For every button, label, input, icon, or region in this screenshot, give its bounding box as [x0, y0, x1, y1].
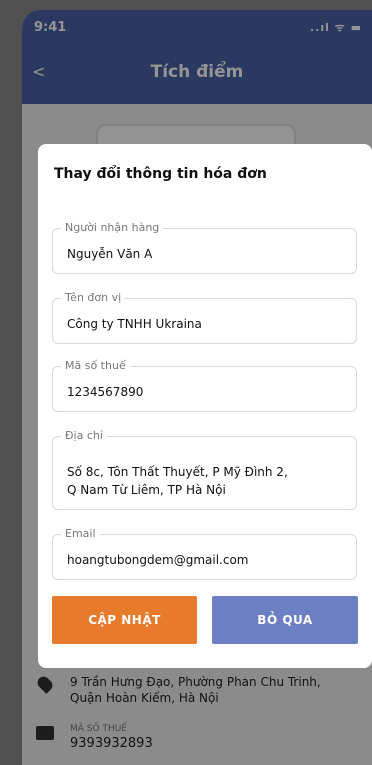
recipient-value: Nguyễn Văn A [67, 247, 153, 261]
invoice-edit-dialog: Thay đổi thông tin hóa đơn Người nhận hà… [38, 144, 372, 668]
email-field[interactable]: Email hoangtubongdem@gmail.com [52, 527, 357, 580]
company-name-field[interactable]: Tên đơn vị Công ty TNHH Ukraina [52, 291, 357, 344]
tax-code-label: Mã số thuế [61, 359, 130, 373]
company-name-value: Công ty TNHH Ukraina [67, 317, 202, 331]
dialog-title: Thay đổi thông tin hóa đơn [54, 166, 267, 182]
email-label: Email [61, 527, 100, 541]
address-label: Địa chỉ [61, 429, 107, 443]
email-value: hoangtubongdem@gmail.com [67, 553, 249, 567]
address-value: Số 8c, Tôn Thất Thuyết, P Mỹ Đình 2, Q N… [67, 465, 288, 497]
update-button[interactable]: CẬP NHẬT [52, 596, 197, 644]
skip-button[interactable]: BỎ QUA [212, 596, 358, 644]
recipient-field[interactable]: Người nhận hàng Nguyễn Văn A [52, 221, 357, 274]
tax-code-value: 1234567890 [67, 385, 144, 399]
address-field[interactable]: Địa chỉ Số 8c, Tôn Thất Thuyết, P Mỹ Đìn… [52, 429, 357, 510]
recipient-label: Người nhận hàng [61, 221, 164, 235]
company-name-label: Tên đơn vị [61, 291, 126, 305]
tax-code-field[interactable]: Mã số thuế 1234567890 [52, 359, 357, 412]
